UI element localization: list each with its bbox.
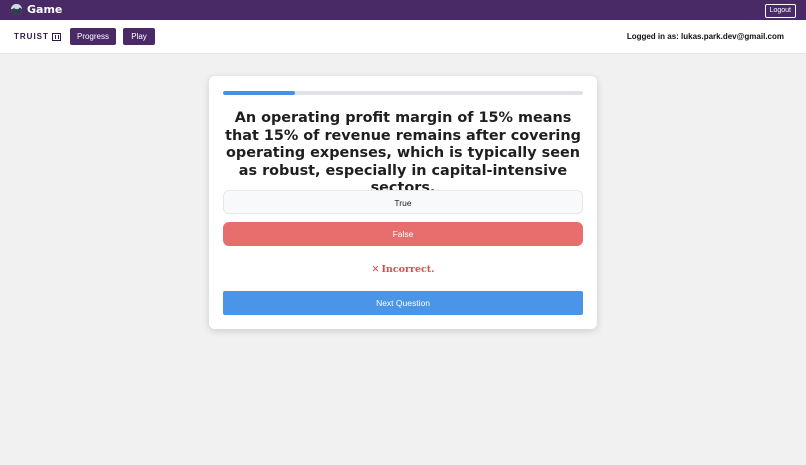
question-text: An operating profit margin of 15% means …: [225, 110, 581, 196]
play-button[interactable]: Play: [123, 28, 155, 45]
answer-true-button[interactable]: True: [223, 190, 583, 214]
incorrect-x-icon: ✕: [371, 264, 380, 275]
truist-logo[interactable]: TRUIST: [14, 32, 61, 42]
logged-in-status: Logged in as: lukas.park.dev@gmail.com: [626, 32, 784, 41]
quiz-card: An operating profit margin of 15% means …: [209, 76, 597, 329]
top-bar: Game Logout: [0, 0, 806, 20]
app-title: Game: [27, 3, 63, 16]
next-question-button[interactable]: Next Question: [223, 291, 583, 315]
truist-wordmark: TRUIST: [14, 32, 49, 41]
globe-logo-icon: [11, 4, 22, 15]
quiz-progress-bar: [223, 91, 583, 95]
progress-button[interactable]: Progress: [70, 28, 116, 45]
answer-false-button[interactable]: False: [223, 222, 583, 246]
truist-mark-icon: [51, 33, 61, 41]
feedback-text: Incorrect.: [381, 264, 435, 275]
logout-button[interactable]: Logout: [764, 4, 796, 18]
quiz-progress-fill: [223, 91, 295, 95]
feedback-message: ✕ Incorrect.: [223, 264, 583, 276]
